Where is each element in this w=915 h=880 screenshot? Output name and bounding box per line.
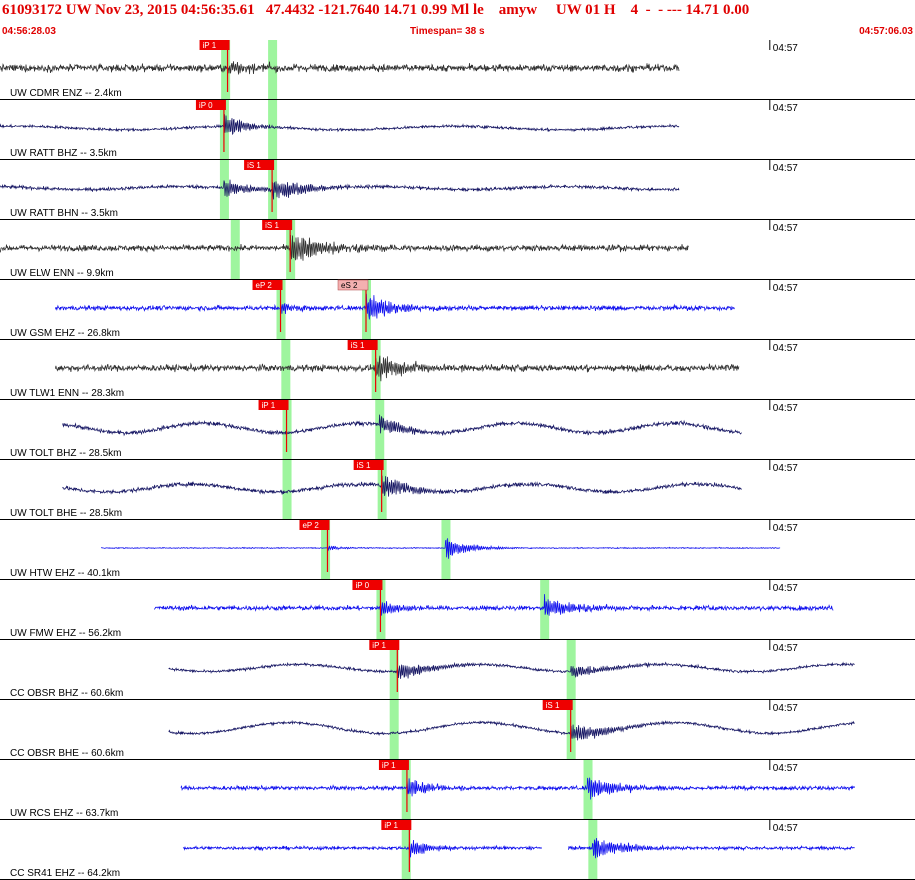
station-label: CC OBSR BHE -- 60.6km — [10, 748, 124, 759]
time-tick-label: 04:57 — [773, 283, 798, 294]
station-label: UW TLW1 ENN -- 28.3km — [10, 388, 124, 399]
station-label: UW HTW EHZ -- 40.1km — [10, 568, 120, 579]
waveform-line — [182, 837, 855, 859]
time-tick-label: 04:57 — [773, 583, 798, 594]
waveform-line — [62, 475, 742, 497]
waveform-line — [0, 179, 680, 200]
pick-label: iP 0 — [355, 581, 369, 590]
event-header: 61093172 UW Nov 23, 2015 04:56:35.61 47.… — [0, 0, 915, 40]
waveform-line — [55, 355, 740, 382]
time-tick-label: 04:57 — [773, 343, 798, 354]
time-tick-label: 04:57 — [773, 703, 798, 714]
station-label: UW FMW EHZ -- 56.2km — [10, 628, 121, 639]
pick-window — [375, 400, 385, 460]
event-title: 61093172 UW Nov 23, 2015 04:56:35.61 47.… — [2, 2, 750, 18]
trace-row[interactable]: iP 0 04:57 UW FMW EHZ -- 56.2km — [0, 580, 915, 640]
pick-label: iP 1 — [203, 41, 217, 50]
pick-window — [230, 220, 240, 280]
pick-label: iP 1 — [384, 821, 398, 830]
waveform-line — [0, 114, 680, 136]
pick-label: iS 1 — [357, 461, 371, 470]
time-tick-label: 04:57 — [773, 223, 798, 234]
time-tick-label: 04:57 — [773, 523, 798, 534]
time-tick-label: 04:57 — [773, 823, 798, 834]
station-label: UW RATT BHZ -- 3.5km — [10, 148, 117, 159]
pick-window — [268, 100, 278, 160]
time-tick-label: 04:57 — [773, 643, 798, 654]
pick-label: eS 2 — [341, 281, 358, 290]
pick-label: iS 1 — [351, 341, 365, 350]
station-label: UW CDMR ENZ -- 2.4km — [10, 88, 122, 99]
pick-label: iP 1 — [372, 641, 386, 650]
pick-label: eP 2 — [256, 281, 273, 290]
station-label: UW ELW ENN -- 9.9km — [10, 268, 114, 279]
trace-row[interactable]: iS 1 04:57 UW TLW1 ENN -- 28.3km — [0, 340, 915, 400]
station-label: CC SR41 EHZ -- 64.2km — [10, 868, 120, 879]
seismogram-panel[interactable]: iP 1 04:57 UW CDMR ENZ -- 2.4km iP 0 04:57 UW… — [0, 40, 915, 880]
pick-window — [282, 460, 292, 520]
trace-row[interactable]: iS 1 04:57 UW RATT BHN -- 3.5km — [0, 160, 915, 220]
trace-row[interactable]: iP 0 04:57 UW RATT BHZ -- 3.5km — [0, 100, 915, 160]
time-tick-label: 04:57 — [773, 43, 798, 54]
time-tick-label: 04:57 — [773, 103, 798, 114]
station-label: UW GSM EHZ -- 26.8km — [10, 328, 120, 339]
trace-row[interactable]: iS 1 04:57 UW ELW ENN -- 9.9km — [0, 220, 915, 280]
trace-row[interactable]: iP 1 04:57 UW RCS EHZ -- 63.7km — [0, 760, 915, 820]
pick-label: iS 1 — [546, 701, 560, 710]
pick-label: iS 1 — [265, 221, 279, 230]
time-tick-label: 04:57 — [773, 463, 798, 474]
waveform-line — [154, 594, 834, 616]
waveform-line — [180, 777, 855, 800]
waveform-line — [0, 61, 680, 75]
trace-row[interactable]: eP 2 eS 2 04:57 UW GSM EHZ -- 26.8km — [0, 279, 915, 340]
trace-row[interactable]: iS 1 04:57 UW TOLT BHE -- 28.5km — [0, 460, 915, 520]
station-label: UW RATT BHN -- 3.5km — [10, 208, 118, 219]
time-tick-label: 04:57 — [773, 763, 798, 774]
pick-label: iP 1 — [382, 761, 396, 770]
pick-label: iP 1 — [262, 401, 276, 410]
pick-label: iS 1 — [247, 161, 261, 170]
waveform-line — [168, 719, 855, 741]
station-label: UW TOLT BHZ -- 28.5km — [10, 448, 122, 459]
pick-label: eP 2 — [302, 521, 319, 530]
time-tick-label: 04:57 — [773, 163, 798, 174]
station-label: CC OBSR BHZ -- 60.6km — [10, 688, 123, 699]
trace-row[interactable]: iP 1 04:57 UW TOLT BHZ -- 28.5km — [0, 400, 915, 460]
trace-row[interactable]: iP 1 04:57 UW CDMR ENZ -- 2.4km — [0, 40, 915, 100]
waveform-line — [62, 414, 742, 437]
trace-row[interactable]: iP 1 04:57 CC SR41 EHZ -- 64.2km — [0, 820, 915, 880]
trace-row[interactable]: eP 2 04:57 UW HTW EHZ -- 40.1km — [0, 520, 915, 580]
pick-window — [281, 340, 291, 400]
station-label: UW RCS EHZ -- 63.7km — [10, 808, 118, 819]
station-label: UW TOLT BHE -- 28.5km — [10, 508, 122, 519]
time-tick-label: 04:57 — [773, 403, 798, 414]
waveform-line — [55, 293, 735, 320]
timespan-label: Timespan= 38 s — [410, 26, 485, 37]
trace-row[interactable]: iS 1 04:57 CC OBSR BHE -- 60.6km — [0, 700, 915, 760]
pick-label: iP 0 — [199, 101, 213, 110]
start-time-label: 04:56:28.03 — [2, 26, 56, 37]
waveform-line — [168, 661, 855, 679]
waveform-line — [0, 234, 689, 261]
trace-row[interactable]: iP 1 04:57 CC OBSR BHZ -- 60.6km — [0, 640, 915, 700]
waveform-line — [100, 538, 781, 559]
end-time-label: 04:57:06.03 — [859, 26, 913, 37]
pick-window — [389, 700, 399, 760]
